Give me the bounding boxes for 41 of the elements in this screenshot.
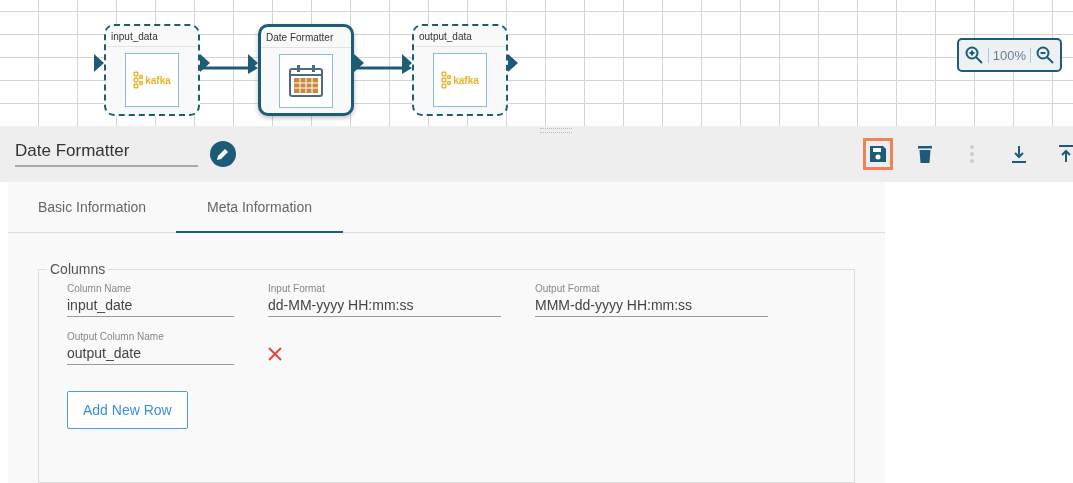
field-label: Input Format [268, 283, 326, 294]
download-icon [1011, 145, 1027, 163]
pipeline-node[interactable]: input_data kafka [104, 24, 200, 116]
kafka-logo-text: kafka [145, 74, 171, 86]
add-new-row-button[interactable]: Add New Row [67, 391, 188, 429]
zoom-out-button[interactable] [1036, 46, 1054, 64]
resize-handle[interactable] [540, 128, 572, 133]
edit-button[interactable] [210, 141, 236, 167]
zoom-in-button[interactable] [964, 46, 983, 64]
save-button[interactable] [863, 138, 893, 170]
upload-icon [1058, 145, 1073, 163]
more-icon [970, 145, 974, 163]
tab[interactable]: Meta Information [176, 182, 343, 233]
node-title: output_data [414, 26, 506, 47]
node-title: Date Formatter [261, 27, 351, 48]
text-field[interactable]: Output Format MMM-dd-yyyy HH:mm:ss [535, 283, 768, 317]
pipeline-node[interactable]: Date Formatter [258, 24, 354, 116]
kafka-logo-text: kafka [453, 74, 479, 86]
remove-row-button[interactable] [268, 347, 282, 361]
trash-icon [918, 145, 932, 163]
text-field[interactable]: Output Column Name output_date [67, 331, 234, 365]
node-title: input_data [106, 26, 198, 47]
save-icon [869, 145, 887, 163]
field-value: output_date [67, 345, 142, 361]
text-field[interactable]: Column Name input_date [67, 283, 234, 317]
tab[interactable]: Basic Information [8, 182, 176, 233]
field-value: MMM-dd-yyyy HH:mm:ss [535, 297, 694, 313]
kafka-logo-icon [441, 71, 452, 89]
field-label: Output Format [535, 283, 601, 294]
field-value: input_date [67, 297, 134, 313]
text-field[interactable]: Input Format dd-MM-yyyy HH:mm:ss [268, 283, 501, 317]
pencil-icon [216, 147, 230, 161]
kafka-logo-icon [133, 71, 144, 89]
calendar-icon [288, 64, 324, 98]
field-value: dd-MM-yyyy HH:mm:ss [268, 297, 415, 313]
field-label: Column Name [67, 283, 132, 294]
component-name-field[interactable]: Date Formatter [15, 141, 198, 167]
group-legend: Columns [47, 261, 109, 277]
pipeline-node[interactable]: output_data kafka [412, 24, 508, 116]
zoom-level: 100% [987, 47, 1031, 63]
field-label: Output Column Name [67, 331, 165, 342]
